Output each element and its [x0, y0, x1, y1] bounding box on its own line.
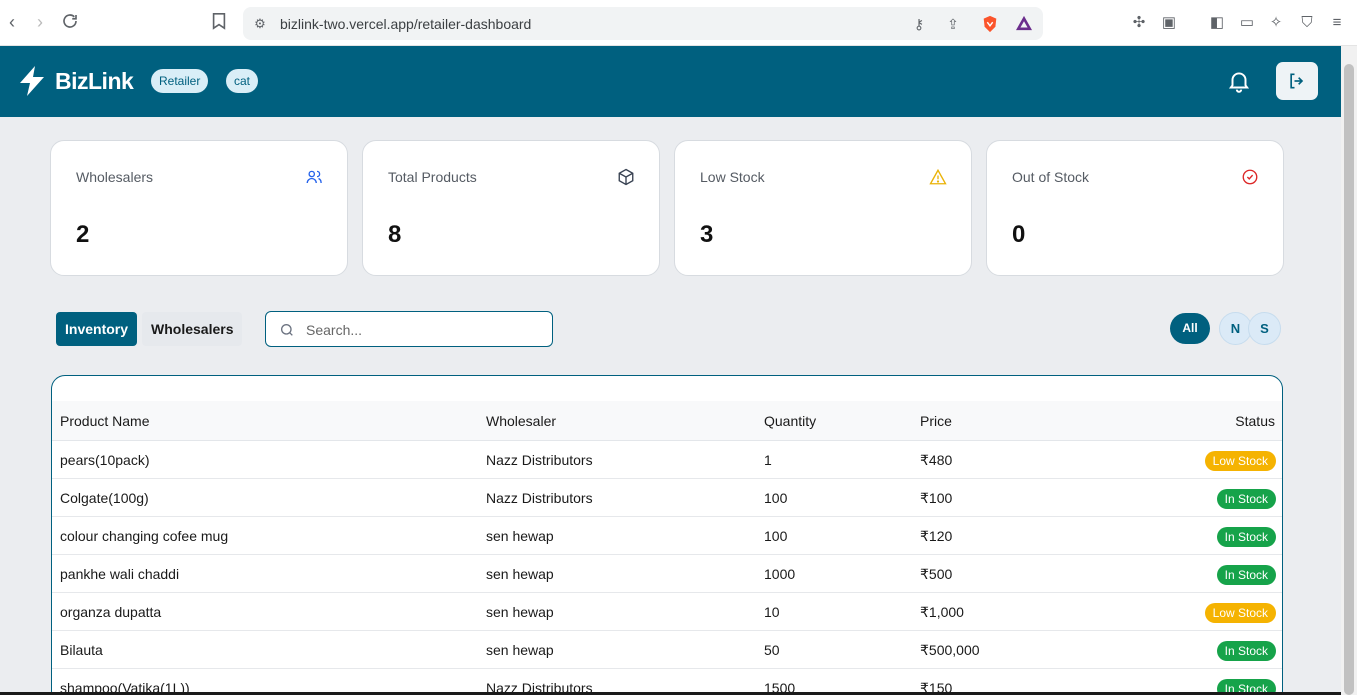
- cell-product: Bilauta: [60, 642, 103, 658]
- cell-wholesaler: sen hewap: [486, 566, 554, 582]
- cell-quantity: 100: [764, 528, 788, 544]
- status-badge: In Stock: [1216, 641, 1276, 661]
- brave-shield-icon[interactable]: [981, 15, 999, 33]
- key-icon[interactable]: ⚷: [910, 15, 928, 33]
- table-row[interactable]: colour changing cofee mug sen hewap 100 ₹12…: [52, 517, 1282, 555]
- reader-icon[interactable]: ▣: [1159, 13, 1179, 33]
- tab-wholesalers[interactable]: Wholesalers: [142, 312, 243, 346]
- cell-price: ₹1,000: [920, 604, 964, 620]
- cell-wholesaler: sen hewap: [486, 604, 554, 620]
- stat-label: Out of Stock: [1012, 169, 1090, 185]
- column-header-status: Status: [1235, 413, 1275, 429]
- tab-inventory[interactable]: Inventory: [56, 312, 138, 346]
- table-row[interactable]: Colgate(100g) Nazz Distributors 100 ₹100 In …: [52, 479, 1282, 517]
- stat-value: 2: [76, 221, 90, 248]
- search-icon: [281, 324, 293, 336]
- table-row[interactable]: pankhe wali chaddi sen hewap 1000 ₹500 In St…: [52, 555, 1282, 593]
- column-header-wholesaler: Wholesaler: [486, 413, 557, 429]
- notifications-bell-icon[interactable]: [1226, 68, 1252, 94]
- stat-label: Total Products: [388, 169, 477, 185]
- cell-price: ₹500: [920, 566, 953, 582]
- inventory-table: Product Name Wholesaler Quantity Price S…: [51, 375, 1283, 695]
- stat-card-out-of-stock: Out of Stock 0: [986, 140, 1284, 276]
- stat-value: 3: [700, 221, 714, 248]
- cell-quantity: 10: [764, 604, 780, 620]
- cell-wholesaler: Nazz Distributors: [486, 490, 593, 506]
- bookmark-icon[interactable]: [209, 12, 229, 32]
- box-icon: [618, 168, 634, 186]
- status-badge: In Stock: [1216, 489, 1276, 509]
- cell-wholesaler: Nazz Distributors: [486, 452, 593, 468]
- stat-card-total-products: Total Products 8: [362, 140, 660, 276]
- column-header-price: Price: [920, 413, 952, 429]
- cell-quantity: 50: [764, 642, 780, 658]
- status-badge: Low Stock: [1204, 603, 1276, 623]
- cell-product: colour changing cofee mug: [60, 528, 229, 544]
- menu-icon[interactable]: ≡: [1327, 13, 1347, 33]
- site-settings-icon[interactable]: ⚙: [251, 15, 269, 33]
- browser-toolbar: ‹ › ⚙ bizlink-two.vercel.app/retailer-da…: [0, 0, 1357, 46]
- url-text[interactable]: bizlink-two.vercel.app/retailer-dashboar…: [280, 16, 531, 32]
- column-header-product: Product Name: [60, 413, 150, 429]
- logout-icon: [1290, 73, 1304, 89]
- reload-icon[interactable]: [60, 12, 80, 32]
- stat-value: 8: [388, 221, 402, 248]
- brave-rewards-icon[interactable]: [1015, 15, 1033, 33]
- stat-card-wholesalers: Wholesalers 2: [50, 140, 348, 276]
- filter-all-button[interactable]: All: [1170, 313, 1210, 344]
- cell-quantity: 1: [764, 452, 772, 468]
- cell-product: pankhe wali chaddi: [60, 566, 180, 582]
- wallet-icon[interactable]: ▭: [1237, 13, 1257, 33]
- forward-icon[interactable]: ›: [30, 12, 50, 32]
- share-icon[interactable]: ⇪: [944, 15, 962, 33]
- stat-card-low-stock: Low Stock 3: [674, 140, 972, 276]
- warning-icon: [929, 168, 947, 185]
- table-row[interactable]: organza dupatta sen hewap 10 ₹1,000 Low Stoc…: [52, 593, 1282, 631]
- scrollbar-thumb[interactable]: [1344, 64, 1354, 695]
- back-icon[interactable]: ‹: [2, 12, 22, 32]
- cell-wholesaler: sen hewap: [486, 528, 554, 544]
- cell-wholesaler: sen hewap: [486, 642, 554, 658]
- lightning-logo-icon: [20, 66, 44, 96]
- search-box[interactable]: [265, 311, 553, 347]
- cell-price: ₹480: [920, 452, 953, 468]
- status-badge: In Stock: [1216, 565, 1276, 585]
- table-header: Product Name Wholesaler Quantity Price S…: [52, 401, 1282, 441]
- app-header: BizLink Retailer cat: [0, 46, 1341, 117]
- sidebar-icon[interactable]: ◧: [1207, 13, 1227, 33]
- logout-button[interactable]: [1276, 62, 1318, 100]
- cell-product: Colgate(100g): [60, 490, 149, 506]
- leo-ai-icon[interactable]: ✧: [1266, 13, 1286, 33]
- cell-quantity: 1000: [764, 566, 796, 582]
- user-badge: cat: [226, 69, 259, 93]
- table-row[interactable]: pears(10pack) Nazz Distributors 1 ₹480 Low S…: [52, 441, 1282, 479]
- cell-price: ₹500,000: [920, 642, 980, 658]
- page-scrollbar[interactable]: [1341, 46, 1357, 695]
- search-input[interactable]: [306, 320, 541, 340]
- filter-s-button[interactable]: S: [1248, 312, 1281, 345]
- brand-name: BizLink: [55, 68, 134, 94]
- status-badge: In Stock: [1216, 527, 1276, 547]
- role-badge: Retailer: [151, 69, 209, 93]
- users-icon: [306, 170, 322, 184]
- column-header-quantity: Quantity: [764, 413, 817, 429]
- cell-price: ₹100: [920, 490, 953, 506]
- stat-label: Low Stock: [700, 169, 765, 185]
- status-badge: Low Stock: [1204, 451, 1276, 471]
- extensions-icon[interactable]: ✣: [1129, 13, 1149, 33]
- cell-product: pears(10pack): [60, 452, 150, 468]
- address-bar[interactable]: ⚙ bizlink-two.vercel.app/retailer-dashbo…: [243, 7, 1043, 40]
- stat-value: 0: [1012, 221, 1026, 248]
- stat-label: Wholesalers: [76, 169, 154, 185]
- cell-product: organza dupatta: [60, 604, 162, 620]
- table-row[interactable]: Bilauta sen hewap 50 ₹500,000 In Stock: [52, 631, 1282, 669]
- cell-price: ₹120: [920, 528, 953, 544]
- vpn-icon[interactable]: ⛉: [1297, 13, 1317, 33]
- x-circle-icon: [1242, 169, 1258, 185]
- cell-quantity: 100: [764, 490, 788, 506]
